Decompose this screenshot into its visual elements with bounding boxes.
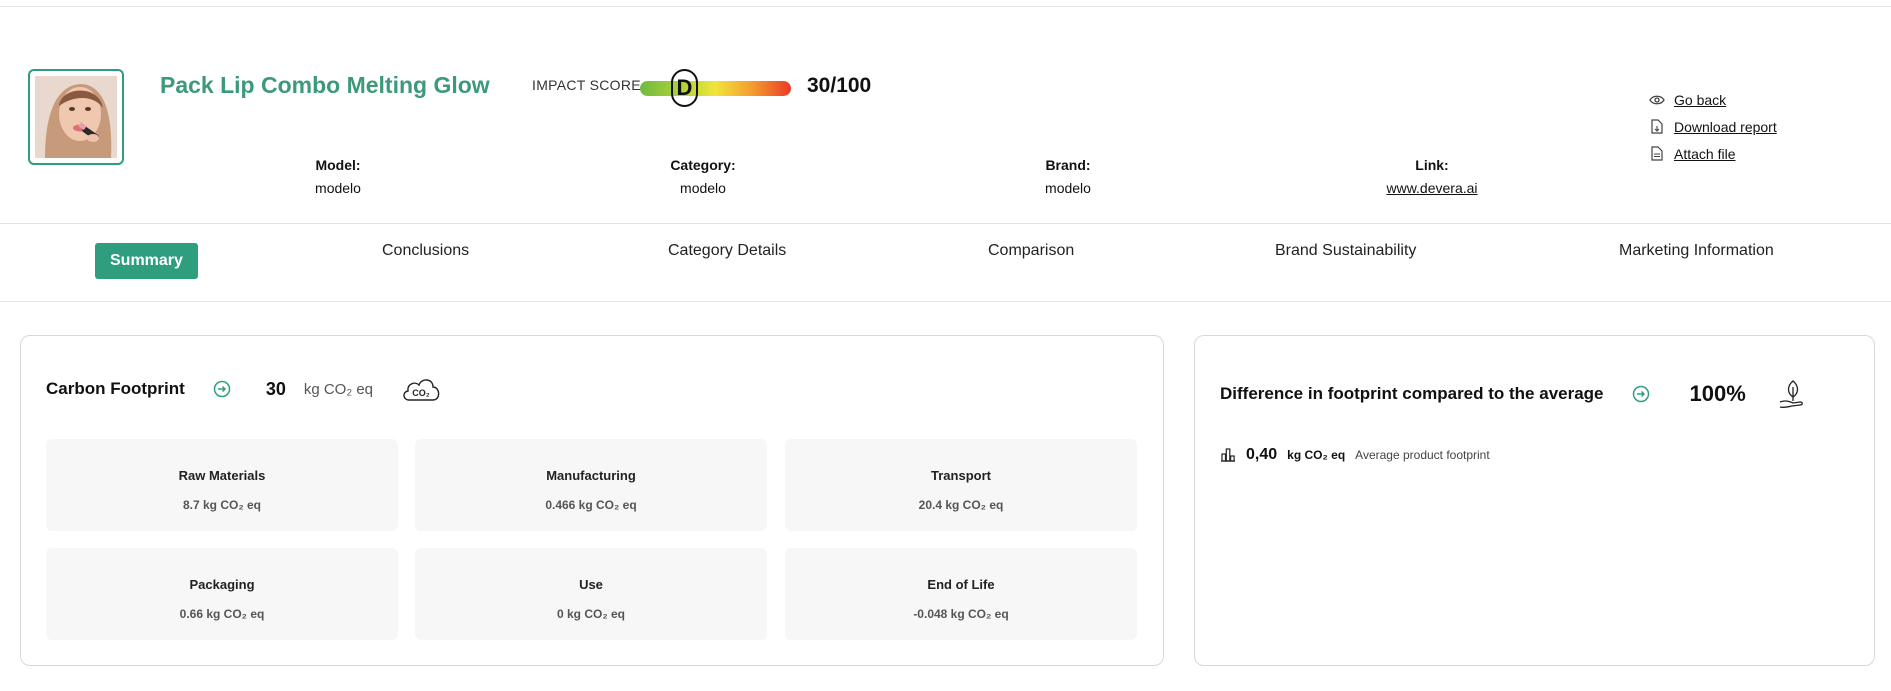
meta-value: modelo — [315, 180, 361, 196]
product-photo — [35, 76, 117, 158]
attach-file-link[interactable]: Attach file — [1674, 146, 1735, 162]
meta-model: Model: modelo — [288, 157, 388, 196]
average-footprint-unit: kg CO₂ eq — [1287, 448, 1346, 462]
carbon-footprint-unit: kg CO₂ eq — [303, 380, 374, 398]
tab-bar: Summary Conclusions Category Details Com… — [0, 224, 1891, 302]
footprint-tile-raw-materials: Raw Materials 8.7 kg CO₂ eq — [46, 439, 398, 531]
download-report-link[interactable]: Download report — [1674, 119, 1777, 135]
tile-value: 0.466 kg CO₂ eq — [545, 498, 637, 512]
tile-value: 0 kg CO₂ eq — [556, 607, 625, 621]
circle-arrow-icon[interactable] — [1632, 385, 1650, 403]
tile-value: 20.4 kg CO₂ eq — [918, 498, 1004, 512]
go-back-action[interactable]: Go back — [1648, 86, 1777, 113]
footprint-tile-end-of-life: End of Life -0.048 kg CO₂ eq — [785, 548, 1137, 640]
co2-cloud-icon: CO₂ — [401, 375, 441, 403]
impact-score-value: 30/100 — [807, 74, 872, 97]
file-icon — [1648, 146, 1666, 162]
go-back-link[interactable]: Go back — [1674, 92, 1726, 108]
footprint-tile-use: Use 0 kg CO₂ eq — [415, 548, 767, 640]
carbon-footprint-value: 30 — [265, 378, 286, 399]
meta-value: modelo — [680, 180, 726, 196]
footprint-difference-card: Difference in footprint compared to the … — [1194, 335, 1875, 666]
carbon-footprint-header: Carbon Footprint 30 kg CO₂ eq CO₂ — [46, 375, 441, 403]
meta-key: Model: — [315, 157, 361, 173]
carbon-footprint-title: Carbon Footprint — [46, 379, 185, 398]
meta-brand: Brand: modelo — [1018, 157, 1118, 196]
tile-title: End of Life — [927, 577, 995, 592]
carbon-footprint-card: Carbon Footprint 30 kg CO₂ eq CO₂ Raw Ma… — [20, 335, 1164, 666]
tab-conclusions[interactable]: Conclusions — [382, 242, 469, 260]
tile-title: Raw Materials — [178, 468, 266, 483]
meta-key: Brand: — [1045, 157, 1091, 173]
footprint-difference-header: Difference in footprint compared to the … — [1220, 377, 1810, 411]
footprint-difference-title: Difference in footprint compared to the … — [1220, 384, 1604, 403]
product-link[interactable]: www.devera.ai — [1372, 180, 1492, 196]
file-download-icon — [1648, 119, 1666, 135]
meta-key: Link: — [1415, 157, 1449, 173]
co2-icon-label: CO₂ — [412, 388, 430, 398]
footprint-difference-percent: 100% — [1689, 381, 1746, 406]
tile-title: Use — [579, 577, 603, 592]
footprint-tile-packaging: Packaging 0.66 kg CO₂ eq — [46, 548, 398, 640]
tab-comparison[interactable]: Comparison — [988, 242, 1074, 260]
download-report-action[interactable]: Download report — [1648, 113, 1777, 140]
impact-score-label: IMPACT SCORE — [532, 77, 641, 93]
plant-hand-icon — [1779, 380, 1803, 409]
tile-value: -0.048 kg CO₂ eq — [913, 607, 1009, 621]
footprint-tile-transport: Transport 20.4 kg CO₂ eq — [785, 439, 1137, 531]
average-footprint-row: 0,40 kg CO₂ eq Average product footprint — [1220, 446, 1490, 464]
impact-grade-marker: D — [671, 69, 698, 107]
header-actions: Go back Download report Attach file — [1648, 86, 1777, 167]
footprint-tile-manufacturing: Manufacturing 0.466 kg CO₂ eq — [415, 439, 767, 531]
tile-value: 8.7 kg CO₂ eq — [182, 498, 262, 512]
meta-value: modelo — [1045, 180, 1091, 196]
meta-link: Link: www.devera.ai — [1372, 157, 1492, 196]
product-image — [28, 69, 124, 165]
attach-file-action[interactable]: Attach file — [1648, 140, 1777, 167]
average-footprint-label: Average product footprint — [1355, 448, 1490, 462]
bar-chart-icon — [1221, 448, 1235, 462]
meta-category: Category: modelo — [653, 157, 753, 196]
tab-category-details[interactable]: Category Details — [668, 242, 786, 260]
tab-summary[interactable]: Summary — [95, 243, 198, 279]
average-footprint-value: 0,40 — [1246, 446, 1278, 463]
tile-title: Packaging — [189, 577, 255, 592]
impact-score-bar — [640, 81, 791, 96]
product-title: Pack Lip Combo Melting Glow — [160, 72, 490, 98]
tile-title: Transport — [931, 468, 991, 483]
product-header: Pack Lip Combo Melting Glow IMPACT SCORE… — [0, 6, 1891, 224]
tile-value: 0.66 kg CO₂ eq — [179, 607, 265, 621]
tab-marketing-information[interactable]: Marketing Information — [1619, 242, 1774, 260]
meta-key: Category: — [670, 157, 736, 173]
tab-brand-sustainability[interactable]: Brand Sustainability — [1275, 242, 1416, 260]
circle-arrow-icon[interactable] — [213, 380, 231, 398]
tile-title: Manufacturing — [546, 468, 636, 483]
eye-icon — [1648, 92, 1666, 108]
